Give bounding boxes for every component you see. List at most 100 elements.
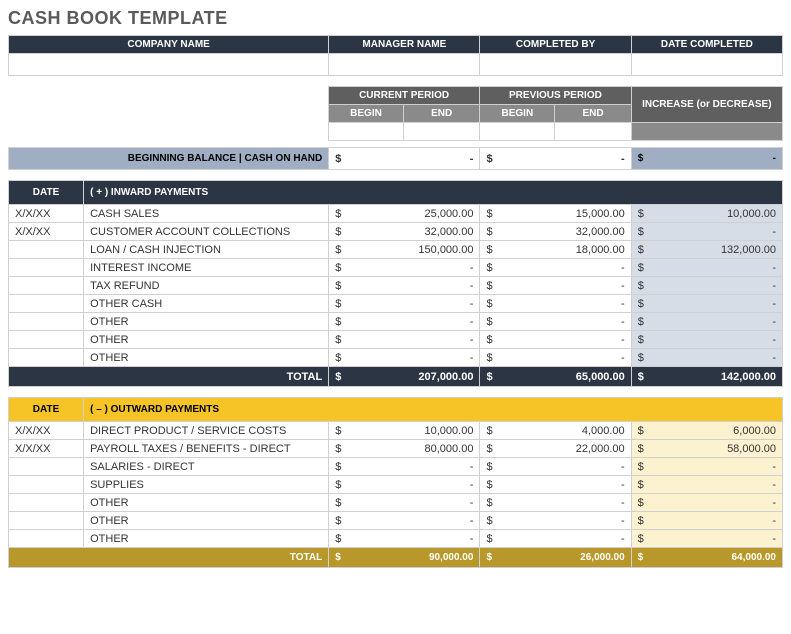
- cell-prev[interactable]: $-: [480, 476, 631, 494]
- cell-cur[interactable]: $-: [329, 530, 480, 548]
- hdr-current-period: CURRENT PERIOD: [328, 87, 479, 105]
- cell-date[interactable]: [9, 494, 84, 512]
- cell-cur[interactable]: $-: [329, 476, 480, 494]
- cell-inc: $6,000.00: [631, 422, 782, 440]
- table-row: OTHER$-$-$-: [9, 512, 783, 530]
- cell-cur[interactable]: $80,000.00: [329, 440, 480, 458]
- cell-date[interactable]: [9, 512, 84, 530]
- cell-cur[interactable]: $-: [329, 494, 480, 512]
- input-manager[interactable]: [329, 54, 480, 76]
- input-prev-begin[interactable]: [480, 123, 555, 141]
- cell-desc[interactable]: OTHER: [84, 349, 329, 367]
- inward-total-cur: $207,000.00: [329, 367, 480, 387]
- beg-bal-inc: $-: [631, 148, 782, 170]
- header-table: COMPANY NAME MANAGER NAME COMPLETED BY D…: [8, 35, 783, 76]
- outward-total-cur: $90,000.00: [329, 548, 480, 568]
- cell-inc: $132,000.00: [631, 241, 782, 259]
- cell-date[interactable]: [9, 458, 84, 476]
- cell-prev[interactable]: $4,000.00: [480, 422, 631, 440]
- cell-cur[interactable]: $-: [329, 512, 480, 530]
- cell-cur[interactable]: $-: [329, 277, 480, 295]
- cell-inc: $-: [631, 349, 782, 367]
- cell-date[interactable]: [9, 476, 84, 494]
- cell-date[interactable]: X/X/XX: [9, 422, 84, 440]
- table-row: OTHER$-$-$-: [9, 494, 783, 512]
- cell-prev[interactable]: $-: [480, 295, 631, 313]
- cell-date[interactable]: X/X/XX: [9, 223, 84, 241]
- cell-prev[interactable]: $-: [480, 259, 631, 277]
- cell-cur[interactable]: $32,000.00: [329, 223, 480, 241]
- cell-date[interactable]: [9, 331, 84, 349]
- cell-desc[interactable]: OTHER: [84, 512, 329, 530]
- outward-label: ( – ) OUTWARD PAYMENTS: [84, 398, 783, 422]
- cell-desc[interactable]: DIRECT PRODUCT / SERVICE COSTS: [84, 422, 329, 440]
- cell-cur[interactable]: $-: [329, 349, 480, 367]
- inward-total-label: TOTAL: [9, 367, 329, 387]
- cell-cur[interactable]: $-: [329, 458, 480, 476]
- cell-prev[interactable]: $-: [480, 512, 631, 530]
- cell-desc[interactable]: OTHER: [84, 530, 329, 548]
- cell-cur[interactable]: $150,000.00: [329, 241, 480, 259]
- cell-desc[interactable]: PAYROLL TAXES / BENEFITS - DIRECT: [84, 440, 329, 458]
- beginning-balance-table: BEGINNING BALANCE | CASH ON HAND $- $- $…: [8, 147, 783, 170]
- hdr-manager: MANAGER NAME: [329, 36, 480, 54]
- table-row: OTHER$-$-$-: [9, 349, 783, 367]
- cell-desc[interactable]: SALARIES - DIRECT: [84, 458, 329, 476]
- cell-date[interactable]: [9, 313, 84, 331]
- table-row: OTHER$-$-$-: [9, 331, 783, 349]
- cell-cur[interactable]: $-: [329, 313, 480, 331]
- table-row: SUPPLIES$-$-$-: [9, 476, 783, 494]
- cell-date[interactable]: [9, 349, 84, 367]
- cell-date[interactable]: X/X/XX: [9, 205, 84, 223]
- cell-date[interactable]: [9, 277, 84, 295]
- input-completed-by[interactable]: [480, 54, 631, 76]
- cell-cur[interactable]: $-: [329, 259, 480, 277]
- hdr-increase: INCREASE (or DECREASE): [631, 87, 782, 123]
- cell-prev[interactable]: $32,000.00: [480, 223, 631, 241]
- cell-date[interactable]: [9, 241, 84, 259]
- cell-date[interactable]: [9, 530, 84, 548]
- cell-cur[interactable]: $10,000.00: [329, 422, 480, 440]
- cell-desc[interactable]: CUSTOMER ACCOUNT COLLECTIONS: [84, 223, 329, 241]
- cell-inc: $-: [631, 476, 782, 494]
- cell-inc: $10,000.00: [631, 205, 782, 223]
- hdr-completed-by: COMPLETED BY: [480, 36, 631, 54]
- input-cur-end[interactable]: [404, 123, 480, 141]
- cell-prev[interactable]: $22,000.00: [480, 440, 631, 458]
- cell-prev[interactable]: $-: [480, 277, 631, 295]
- cell-desc[interactable]: SUPPLIES: [84, 476, 329, 494]
- cell-prev[interactable]: $15,000.00: [480, 205, 631, 223]
- cell-prev[interactable]: $-: [480, 313, 631, 331]
- cell-desc[interactable]: OTHER: [84, 313, 329, 331]
- input-company[interactable]: [9, 54, 329, 76]
- inward-total-inc: $142,000.00: [631, 367, 782, 387]
- cell-prev[interactable]: $-: [480, 349, 631, 367]
- cell-prev[interactable]: $-: [480, 530, 631, 548]
- cell-prev[interactable]: $-: [480, 494, 631, 512]
- cell-date[interactable]: [9, 259, 84, 277]
- cell-desc[interactable]: OTHER: [84, 331, 329, 349]
- beg-bal-cur[interactable]: $-: [329, 148, 480, 170]
- cell-cur[interactable]: $-: [329, 331, 480, 349]
- cell-inc: $-: [631, 530, 782, 548]
- outward-table: DATE ( – ) OUTWARD PAYMENTS X/X/XXDIRECT…: [8, 397, 783, 568]
- cell-desc[interactable]: CASH SALES: [84, 205, 329, 223]
- beg-bal-prev[interactable]: $-: [480, 148, 631, 170]
- cell-prev[interactable]: $-: [480, 458, 631, 476]
- hdr-prev-end: END: [555, 105, 631, 123]
- cell-cur[interactable]: $25,000.00: [329, 205, 480, 223]
- cell-desc[interactable]: OTHER CASH: [84, 295, 329, 313]
- cell-date[interactable]: X/X/XX: [9, 440, 84, 458]
- table-row: OTHER CASH$-$-$-: [9, 295, 783, 313]
- cell-desc[interactable]: INTEREST INCOME: [84, 259, 329, 277]
- cell-cur[interactable]: $-: [329, 295, 480, 313]
- input-prev-end[interactable]: [555, 123, 631, 141]
- input-date-completed[interactable]: [631, 54, 782, 76]
- cell-prev[interactable]: $-: [480, 331, 631, 349]
- cell-desc[interactable]: OTHER: [84, 494, 329, 512]
- input-cur-begin[interactable]: [328, 123, 403, 141]
- cell-desc[interactable]: TAX REFUND: [84, 277, 329, 295]
- cell-desc[interactable]: LOAN / CASH INJECTION: [84, 241, 329, 259]
- cell-date[interactable]: [9, 295, 84, 313]
- cell-prev[interactable]: $18,000.00: [480, 241, 631, 259]
